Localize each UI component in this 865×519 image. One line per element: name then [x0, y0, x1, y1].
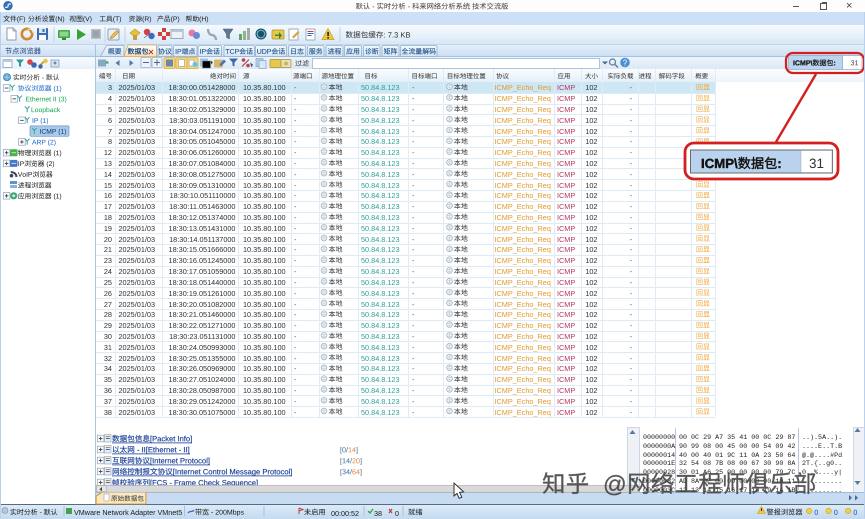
svg-text:?: ?	[623, 59, 628, 68]
